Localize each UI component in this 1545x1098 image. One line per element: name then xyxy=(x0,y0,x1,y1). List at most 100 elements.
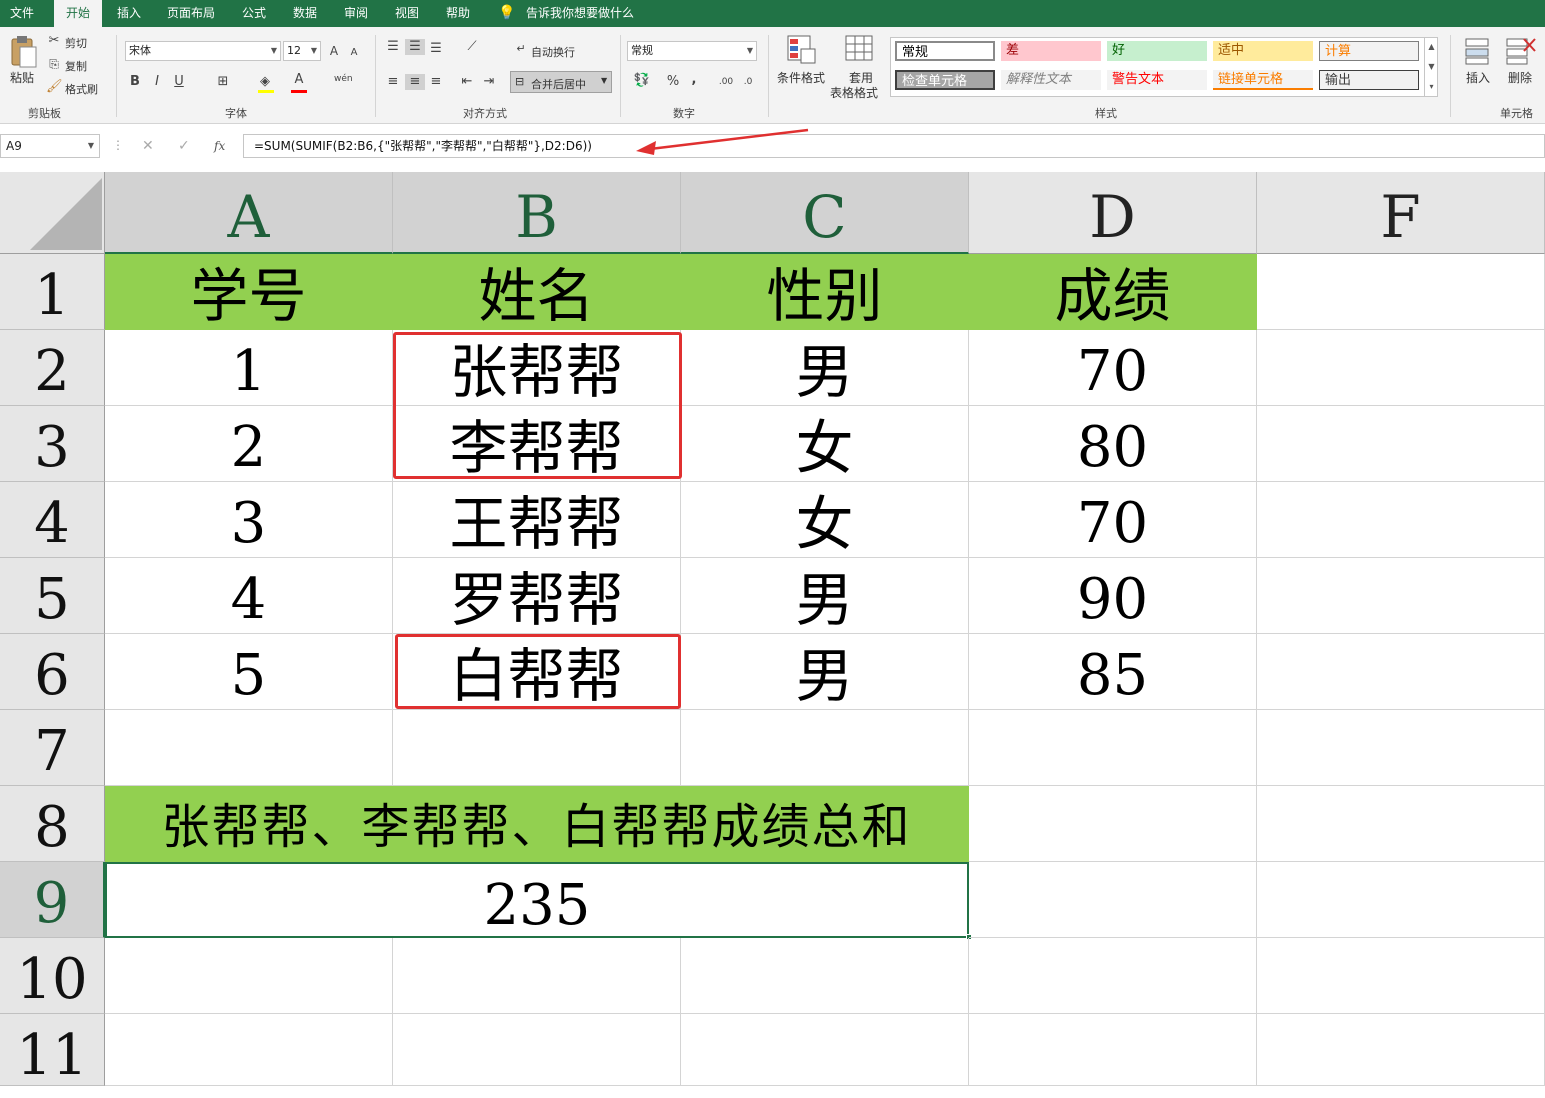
style-calculation[interactable]: 计算 xyxy=(1319,41,1419,61)
table-format-label-2[interactable]: 表格格式 xyxy=(830,84,878,101)
cell-c2[interactable]: 男 xyxy=(681,330,969,406)
cell-b5[interactable]: 罗帮帮 xyxy=(393,558,681,634)
tab-formulas[interactable]: 公式 xyxy=(242,0,266,27)
cell-b7[interactable] xyxy=(393,710,681,786)
cell-d2[interactable]: 70 xyxy=(969,330,1257,406)
tab-home[interactable]: 开始 xyxy=(54,0,103,27)
table-format-icon[interactable] xyxy=(845,35,875,65)
cell-a11[interactable] xyxy=(105,1014,393,1086)
align-left-icon[interactable]: ≡ xyxy=(385,74,401,90)
cell-b1[interactable]: 姓名 xyxy=(393,254,681,330)
column-header-c[interactable]: C xyxy=(681,172,969,254)
cut-icon[interactable]: ✂ xyxy=(46,33,62,49)
align-top-icon[interactable]: ☰ xyxy=(385,39,401,55)
paste-button[interactable]: 粘贴 xyxy=(10,69,34,86)
cell-d7[interactable] xyxy=(969,710,1257,786)
cell-a2[interactable]: 1 xyxy=(105,330,393,406)
cell-c10[interactable] xyxy=(681,938,969,1014)
bold-button[interactable]: B xyxy=(128,74,142,90)
font-color-button[interactable]: A xyxy=(292,72,306,88)
cell-c1[interactable]: 性别 xyxy=(681,254,969,330)
align-middle-icon[interactable]: ☰ xyxy=(405,39,425,55)
format-painter-button[interactable]: 格式刷 xyxy=(65,81,98,97)
delete-cells-button[interactable]: 删除 xyxy=(1508,69,1532,86)
select-all-corner[interactable] xyxy=(0,172,105,254)
column-header-b[interactable]: B xyxy=(393,172,681,254)
insert-function-icon[interactable]: fx xyxy=(214,139,225,153)
cell-c4[interactable]: 女 xyxy=(681,482,969,558)
cell-f3[interactable] xyxy=(1257,406,1545,482)
cell-a10[interactable] xyxy=(105,938,393,1014)
column-header-a[interactable]: A xyxy=(105,172,393,254)
tab-help[interactable]: 帮助 xyxy=(446,0,470,27)
row-header-3[interactable]: 3 xyxy=(0,406,105,482)
cell-f11[interactable] xyxy=(1257,1014,1545,1086)
column-header-f[interactable]: F xyxy=(1257,172,1545,254)
cell-d10[interactable] xyxy=(969,938,1257,1014)
style-warning[interactable]: 警告文本 xyxy=(1107,70,1207,90)
grow-font-icon[interactable]: A xyxy=(327,43,341,59)
copy-button[interactable]: 复制 xyxy=(65,58,87,74)
cell-c3[interactable]: 女 xyxy=(681,406,969,482)
style-normal[interactable]: 常规 xyxy=(895,41,995,61)
style-bad[interactable]: 差 xyxy=(1001,41,1101,61)
tell-me-search[interactable]: 告诉我你想要做什么 xyxy=(526,0,634,27)
align-bottom-icon[interactable]: ☰ xyxy=(428,41,444,57)
cell-a1[interactable]: 学号 xyxy=(105,254,393,330)
tab-data[interactable]: 数据 xyxy=(293,0,317,27)
decrease-decimal-button[interactable]: .0 xyxy=(738,74,758,90)
row-header-7[interactable]: 7 xyxy=(0,710,105,786)
format-painter-icon[interactable]: 🖌 xyxy=(46,79,63,95)
comma-button[interactable]: , xyxy=(689,72,699,88)
cell-f5[interactable] xyxy=(1257,558,1545,634)
row-header-5[interactable]: 5 xyxy=(0,558,105,634)
cell-a3[interactable]: 2 xyxy=(105,406,393,482)
style-linked-cell[interactable]: 链接单元格 xyxy=(1213,70,1313,90)
cell-d8[interactable] xyxy=(969,786,1257,862)
cell-b11[interactable] xyxy=(393,1014,681,1086)
cell-d3[interactable]: 80 xyxy=(969,406,1257,482)
delete-cells-icon[interactable] xyxy=(1506,37,1536,65)
tab-insert[interactable]: 插入 xyxy=(117,0,141,27)
cell-c7[interactable] xyxy=(681,710,969,786)
cell-c5[interactable]: 男 xyxy=(681,558,969,634)
conditional-format-button[interactable]: 条件格式 xyxy=(777,69,825,86)
shrink-font-icon[interactable]: A xyxy=(348,45,360,61)
cell-a6[interactable]: 5 xyxy=(105,634,393,710)
tab-page-layout[interactable]: 页面布局 xyxy=(167,0,215,27)
formula-input[interactable]: =SUM(SUMIF(B2:B6,{"张帮帮","李帮帮","白帮帮"},D2:… xyxy=(243,134,1545,158)
cell-a7[interactable] xyxy=(105,710,393,786)
cell-b10[interactable] xyxy=(393,938,681,1014)
row-header-1[interactable]: 1 xyxy=(0,254,105,330)
style-neutral[interactable]: 适中 xyxy=(1213,41,1313,61)
cell-f2[interactable] xyxy=(1257,330,1545,406)
orientation-icon[interactable]: ⟋ xyxy=(460,39,484,55)
conditional-format-icon[interactable] xyxy=(787,35,817,65)
cell-c6[interactable]: 男 xyxy=(681,634,969,710)
cell-a8-merged[interactable]: 张帮帮、李帮帮、白帮帮成绩总和 xyxy=(105,786,969,862)
cell-d6[interactable]: 85 xyxy=(969,634,1257,710)
row-header-4[interactable]: 4 xyxy=(0,482,105,558)
fill-color-icon[interactable]: ◈ xyxy=(256,74,274,90)
gallery-scroll[interactable]: ▲ ▼ ▾ xyxy=(1424,37,1438,97)
paste-icon[interactable] xyxy=(8,35,38,69)
font-size-select[interactable]: 12 ▼ xyxy=(283,41,321,61)
percent-button[interactable]: % xyxy=(666,74,680,90)
enter-icon[interactable]: ✓ xyxy=(178,138,190,154)
cancel-icon[interactable]: ✕ xyxy=(142,138,154,154)
column-header-d[interactable]: D xyxy=(969,172,1257,254)
cell-f8[interactable] xyxy=(1257,786,1545,862)
increase-decimal-button[interactable]: .00 xyxy=(716,74,736,90)
cell-f1[interactable] xyxy=(1257,254,1545,330)
style-good[interactable]: 好 xyxy=(1107,41,1207,61)
italic-button[interactable]: I xyxy=(150,74,164,90)
style-explanatory[interactable]: 解释性文本 xyxy=(1001,70,1101,90)
align-right-icon[interactable]: ≡ xyxy=(428,74,444,90)
phonetic-icon[interactable]: wén xyxy=(334,71,353,87)
number-format-select[interactable]: 常规 ▼ xyxy=(627,41,757,61)
align-center-icon[interactable]: ≡ xyxy=(405,74,425,90)
row-header-6[interactable]: 6 xyxy=(0,634,105,710)
row-header-10[interactable]: 10 xyxy=(0,938,105,1014)
cell-d4[interactable]: 70 xyxy=(969,482,1257,558)
tab-file[interactable]: 文件 xyxy=(10,0,34,27)
